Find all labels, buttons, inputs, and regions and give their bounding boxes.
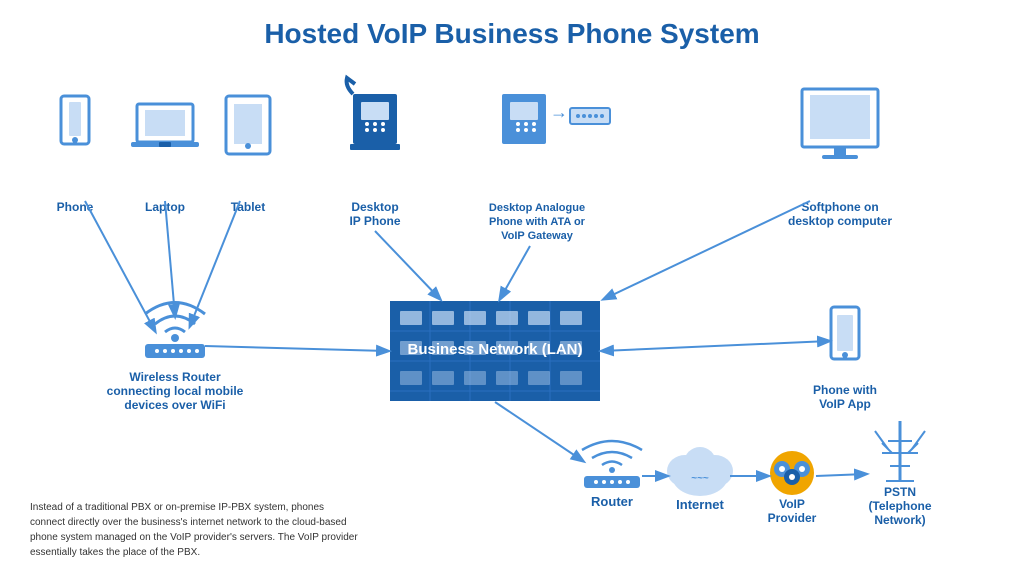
router-bottom-icon	[582, 441, 642, 488]
svg-text:Phone with ATA or: Phone with ATA or	[489, 216, 586, 228]
desktop-ip-phone-icon	[347, 78, 400, 150]
svg-text:VoIP Gateway: VoIP Gateway	[501, 230, 574, 242]
voip-provider-icon	[770, 451, 814, 495]
laptop-icon	[131, 104, 199, 147]
svg-text:Provider: Provider	[768, 511, 817, 525]
phone-to-router-arrow	[85, 201, 155, 331]
pstn-label: PSTN	[884, 485, 916, 499]
svg-text:(Telephone: (Telephone	[868, 499, 931, 513]
desktop-analogue-icon: →	[502, 94, 610, 144]
desktop-ip-to-network-arrow	[375, 231, 440, 299]
phone-icon	[61, 96, 89, 144]
internet-label: Internet	[676, 497, 724, 512]
svg-text:devices over WiFi: devices over WiFi	[124, 398, 225, 412]
internet-icon: ~~~	[667, 447, 733, 496]
desktop-ip-label: Desktop	[351, 200, 398, 214]
wireless-router-label: Wireless Router	[129, 370, 221, 384]
analogue-to-network-arrow	[500, 246, 530, 299]
tablet-icon	[226, 96, 270, 154]
phone-voip-to-network-arrow	[602, 341, 829, 351]
svg-text:VoIP App: VoIP App	[819, 397, 871, 411]
diagram-svg: Phone Laptop Tablet Desktop IP Phone	[0, 46, 1024, 576]
softphone-label: Softphone on	[801, 200, 878, 214]
voip-provider-label: VoIP	[779, 497, 805, 511]
tablet-to-router-arrow	[190, 201, 240, 326]
svg-text:→: →	[550, 102, 568, 122]
pstn-icon	[875, 421, 925, 481]
voip-to-pstn-arrow	[816, 474, 866, 476]
phone-voip-icon	[831, 307, 859, 359]
softphone-icon	[802, 89, 878, 159]
svg-text:Network): Network)	[874, 513, 925, 527]
info-text: Instead of a traditional PBX or on-premi…	[30, 500, 360, 560]
desktop-analogue-label: Desktop Analogue	[489, 202, 585, 214]
svg-text:connecting local mobile: connecting local mobile	[107, 384, 244, 398]
softphone-to-network-arrow	[604, 201, 810, 299]
business-network-label: Business Network (LAN)	[407, 341, 582, 358]
router-label: Router	[591, 494, 633, 509]
laptop-to-router-arrow	[165, 201, 175, 316]
svg-text:desktop computer: desktop computer	[788, 214, 892, 228]
network-to-router-arrow	[495, 402, 583, 461]
router-to-network-arrow	[205, 346, 388, 351]
phone-voip-label: Phone with	[813, 383, 877, 397]
svg-text:~~~: ~~~	[691, 473, 709, 484]
svg-text:IP Phone: IP Phone	[349, 214, 400, 228]
